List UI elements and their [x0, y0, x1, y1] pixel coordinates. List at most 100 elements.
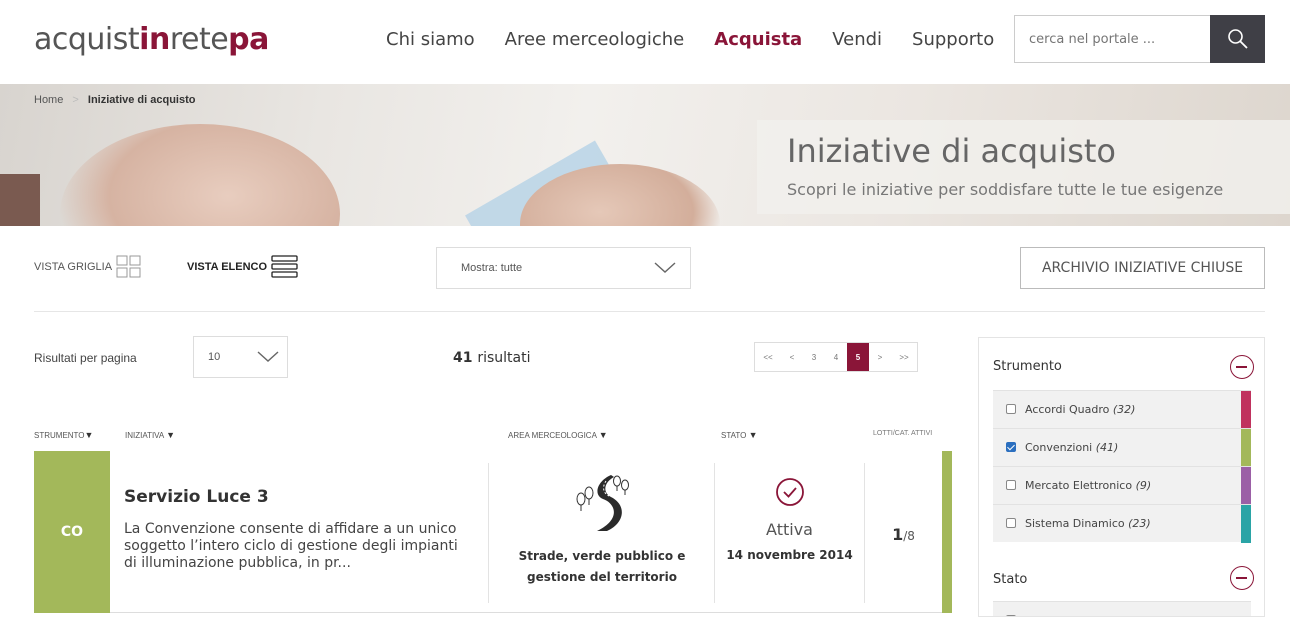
column-header-iniziativa-label: INIZIATIVA: [125, 431, 164, 440]
filter-convenzioni[interactable]: Convenzioni (41): [993, 428, 1251, 467]
results-count-label: risultati: [477, 350, 531, 366]
page-title: Iniziative di acquisto: [787, 132, 1116, 170]
column-header-stato[interactable]: STATO ▼: [721, 430, 758, 440]
nav-item-supporto[interactable]: Supporto: [912, 29, 994, 50]
column-header-strumento[interactable]: STRUMENTO▼: [34, 430, 93, 440]
filter-label: Accordi Quadro (32): [1025, 403, 1136, 416]
breadcrumb-separator: >: [72, 94, 79, 106]
sort-down-icon: ▼: [748, 430, 758, 440]
filter-color-stripe: [1241, 429, 1251, 467]
pagination-next[interactable]: >: [869, 343, 891, 371]
logo-text-rete: rete: [169, 22, 229, 57]
filter-accordi-quadro[interactable]: Accordi Quadro (32): [993, 390, 1251, 429]
site-logo[interactable]: acquistinretepa: [34, 22, 269, 57]
view-grid-label: VISTA GRIGLIA: [34, 261, 113, 273]
nav-item-aree-merceologiche[interactable]: Aree merceologiche: [505, 29, 685, 50]
checkbox[interactable]: [1006, 404, 1016, 414]
view-grid-toggle[interactable]: VISTA GRIGLIA: [34, 255, 142, 279]
row-color-accent: [942, 451, 952, 613]
check-circle-icon: [775, 478, 804, 506]
breadcrumb: Home > Iniziative di acquisto: [34, 94, 195, 106]
column-header-lotti: LOTTI/CAT. ATTIVI: [873, 430, 933, 437]
pagination-page-3[interactable]: 3: [803, 343, 825, 371]
breadcrumb-current: Iniziative di acquisto: [87, 94, 196, 106]
strumento-code-badge: CO: [34, 451, 110, 613]
filter-sistema-dinamico[interactable]: Sistema Dinamico (23): [993, 504, 1251, 543]
results-count: 41 risultati: [453, 350, 531, 366]
site-header: acquistinretepa Chi siamo Aree merceolog…: [0, 0, 1290, 84]
search-input[interactable]: [1015, 16, 1211, 62]
initiative-description: La Convenzione consente di affidare a un…: [124, 521, 458, 571]
pagination: << < 3 4 5 > >>: [754, 342, 918, 372]
grid-view-icon: [116, 255, 141, 278]
checkbox-checked[interactable]: [1006, 442, 1016, 452]
sort-down-icon: ▼: [166, 430, 175, 440]
checkbox[interactable]: [1006, 518, 1016, 528]
nav-item-chi-siamo[interactable]: Chi siamo: [386, 29, 475, 50]
checkbox[interactable]: [1006, 480, 1016, 490]
column-header-stato-label: STATO: [721, 431, 747, 440]
toolbar-divider: [34, 311, 1265, 312]
filter-sidebar: Strumento Accordi Quadro (32) Convenzion…: [978, 337, 1265, 617]
column-header-iniziativa[interactable]: INIZIATIVA ▼: [125, 430, 175, 440]
per-page-select[interactable]: 10: [193, 336, 288, 378]
area-label-line1: Strade, verde pubblico e: [518, 549, 686, 563]
logo-text-acquist: acquist: [34, 22, 140, 57]
sort-down-icon: ▼: [598, 430, 608, 440]
filter-mercato-elettronico[interactable]: Mercato Elettronico (9): [993, 466, 1251, 505]
main-nav: Chi siamo Aree merceologiche Acquista Ve…: [386, 29, 1024, 50]
page-subtitle: Scopri le iniziative per soddisfare tutt…: [787, 180, 1224, 199]
pagination-page-5[interactable]: 5: [847, 343, 869, 371]
view-list-toggle[interactable]: VISTA ELENCO: [187, 255, 299, 279]
area-cell: Strade, verde pubblico e gestione del te…: [489, 469, 715, 588]
filter-color-stripe: [1241, 391, 1251, 429]
pagination-first[interactable]: <<: [755, 343, 781, 371]
breadcrumb-home[interactable]: Home: [34, 94, 63, 106]
chevron-down-icon: [257, 351, 279, 362]
per-page-value: 10: [208, 351, 221, 363]
show-filter-select[interactable]: Mostra: tutte: [436, 247, 691, 289]
show-filter-value: Mostra: tutte: [461, 262, 523, 274]
column-header-area-label: AREA MERCEOLOGICA: [508, 431, 597, 440]
road-trees-icon: [576, 475, 629, 531]
initiative-title[interactable]: Servizio Luce 3: [124, 487, 269, 507]
area-label: Strade, verde pubblico e gestione del te…: [489, 546, 715, 588]
search-box: [1014, 15, 1265, 63]
collapse-strumento-icon[interactable]: [1230, 355, 1254, 379]
chevron-down-icon: [654, 262, 676, 273]
filter-stato-title: Stato: [993, 572, 1028, 587]
filter-color-stripe: [1241, 467, 1251, 505]
filter-label: Convenzioni (41): [1025, 441, 1119, 454]
filter-label: Mercato Elettronico (9): [1025, 479, 1152, 492]
hero-image-shadow: [0, 174, 40, 226]
status-date: 14 novembre 2014: [726, 548, 853, 562]
status-label: Attiva: [766, 520, 813, 539]
logo-text-in: in: [139, 22, 170, 57]
collapse-stato-icon[interactable]: [1230, 566, 1254, 590]
column-header-area[interactable]: AREA MERCEOLOGICA ▼: [508, 430, 608, 440]
hero-image-hand-left: [60, 124, 340, 226]
nav-item-vendi[interactable]: Vendi: [832, 29, 882, 50]
search-icon: [1227, 29, 1248, 49]
list-view-icon: [271, 255, 298, 278]
filter-label: Sistema Dinamico (23): [1025, 517, 1151, 530]
filter-color-stripe: [1241, 505, 1251, 543]
area-label-line2: gestione del territorio: [527, 570, 677, 584]
hero-panel: Iniziative di acquisto Scopri le iniziat…: [757, 120, 1290, 214]
lotti-count: 1/8: [865, 525, 942, 544]
filter-stato-item-partial[interactable]: [993, 601, 1251, 616]
hero-banner: Home > Iniziative di acquisto Iniziative…: [0, 84, 1290, 226]
nav-item-acquista[interactable]: Acquista: [714, 29, 802, 50]
column-header-strumento-label: STRUMENTO: [34, 431, 85, 440]
view-list-label: VISTA ELENCO: [187, 261, 268, 273]
search-button[interactable]: [1210, 15, 1265, 63]
pagination-page-4[interactable]: 4: [825, 343, 847, 371]
archive-closed-initiatives-button[interactable]: ARCHIVIO INIZIATIVE CHIUSE: [1020, 247, 1265, 289]
logo-text-pa: pa: [228, 22, 269, 57]
pagination-prev[interactable]: <: [781, 343, 803, 371]
lotti-active: 1: [892, 525, 904, 544]
results-count-number: 41: [453, 350, 473, 366]
pagination-last[interactable]: >>: [891, 343, 917, 371]
status-cell: Attiva 14 novembre 2014: [715, 477, 864, 562]
table-row[interactable]: CO Servizio Luce 3 La Convenzione consen…: [34, 451, 952, 613]
